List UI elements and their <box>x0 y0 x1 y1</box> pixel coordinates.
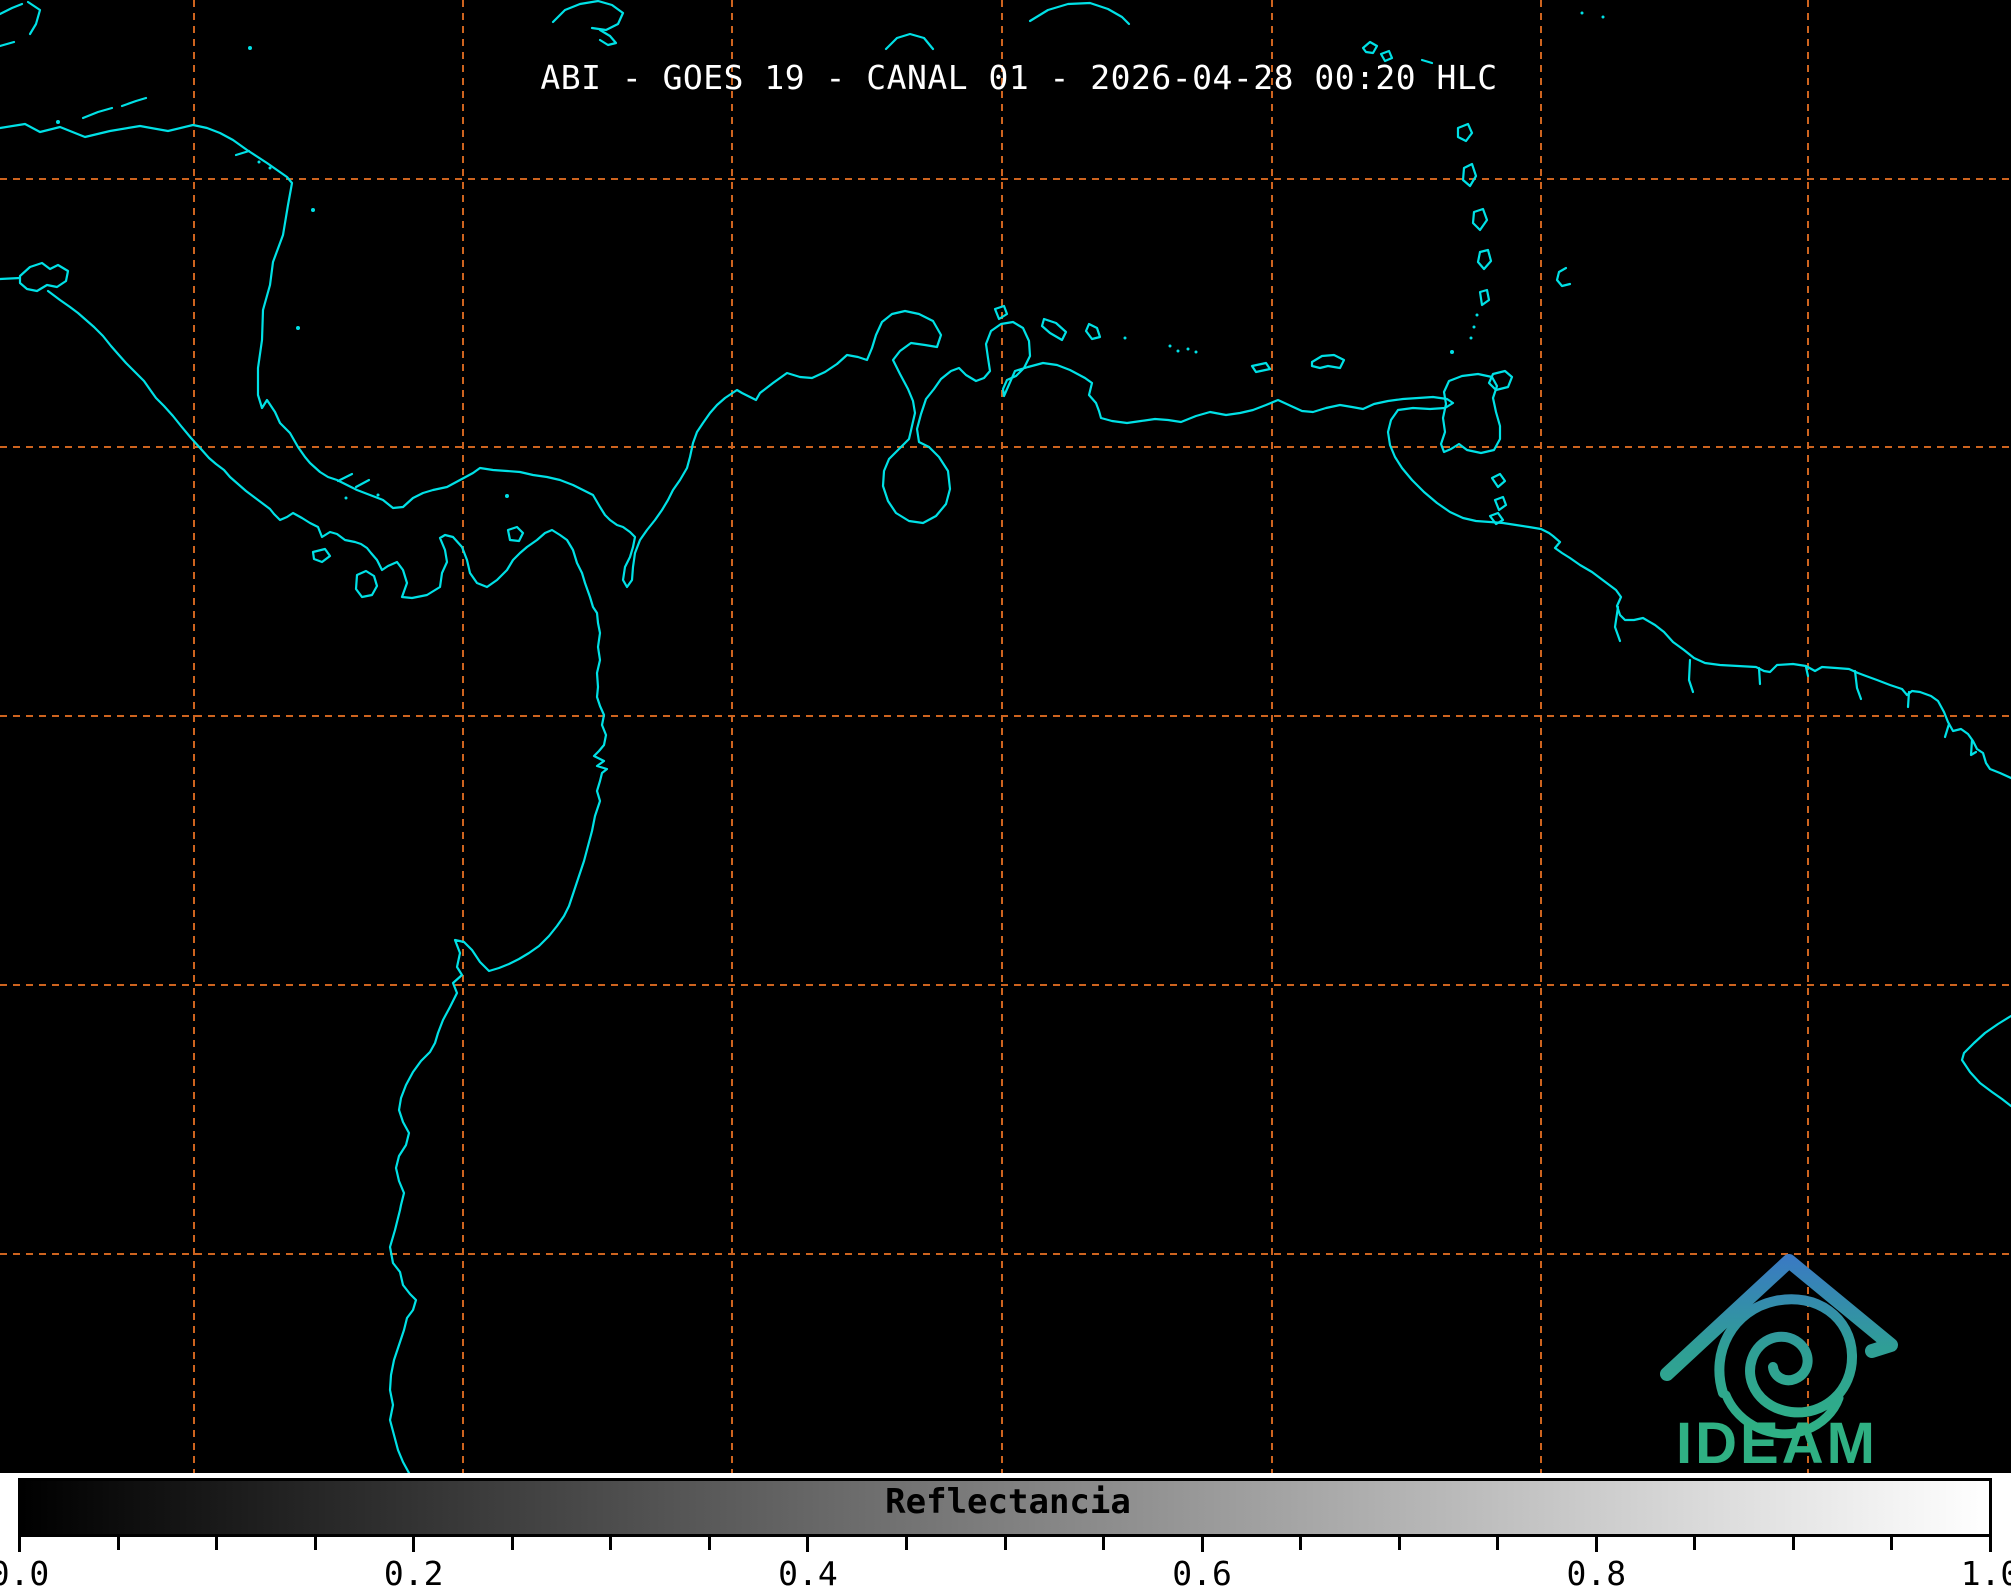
mountain-swirl-icon <box>1660 1254 1898 1439</box>
colorbar-tick <box>1496 1537 1500 1550</box>
colorbar-tick <box>18 1537 21 1552</box>
colorbar-tick <box>1299 1537 1303 1550</box>
colorbar-tick <box>707 1537 711 1550</box>
colorbar-tick-label: 0.6 <box>1172 1554 1232 1593</box>
latlon-gridlines <box>0 0 2011 1473</box>
colorbar-tick <box>904 1537 908 1550</box>
colorbar-tick <box>215 1537 219 1550</box>
colorbar-tick-label: 0.4 <box>778 1554 838 1593</box>
colorbar-tick-label: 1.0 <box>1960 1554 2011 1593</box>
ideam-logo: IDEAM <box>1660 1254 1898 1473</box>
colorbar-tick-label: 0.2 <box>383 1554 444 1593</box>
colorbar-tick <box>1594 1537 1598 1552</box>
ideam-logo-text: IDEAM <box>1676 1411 1878 1473</box>
colorbar-tick <box>1791 1537 1795 1550</box>
colorbar-tick <box>510 1537 514 1550</box>
colorbar-tick <box>116 1537 120 1550</box>
map-canvas: IDEAM <box>0 0 2011 1473</box>
colorbar-tick <box>1693 1537 1697 1550</box>
coastlines <box>0 0 2011 1473</box>
colorbar-tick <box>609 1537 613 1550</box>
colorbar-tick <box>1397 1537 1401 1550</box>
colorbar-tick <box>1890 1537 1894 1550</box>
colorbar-tick <box>1003 1537 1007 1550</box>
colorbar-tick <box>1989 1537 1992 1552</box>
colorbar-tick <box>1102 1537 1106 1550</box>
colorbar-tick <box>313 1537 317 1550</box>
colorbar-tick <box>806 1537 810 1552</box>
colorbar-area: Reflectancia 0.0 0.2 0.4 0.6 0.8 1.0 <box>0 1473 2011 1593</box>
image-title: ABI - GOES 19 - CANAL 01 - 2026-04-28 00… <box>540 58 1498 97</box>
colorbar-tick <box>412 1537 416 1552</box>
colorbar-tick-label: 0.0 <box>0 1554 50 1593</box>
colorbar-tick <box>1200 1537 1204 1552</box>
colorbar-label: Reflectancia <box>885 1482 1131 1522</box>
satellite-map: IDEAM ABI - GOES 19 - CANAL 01 - 2026-04… <box>0 0 2011 1473</box>
colorbar-tick-label: 0.8 <box>1566 1554 1627 1593</box>
